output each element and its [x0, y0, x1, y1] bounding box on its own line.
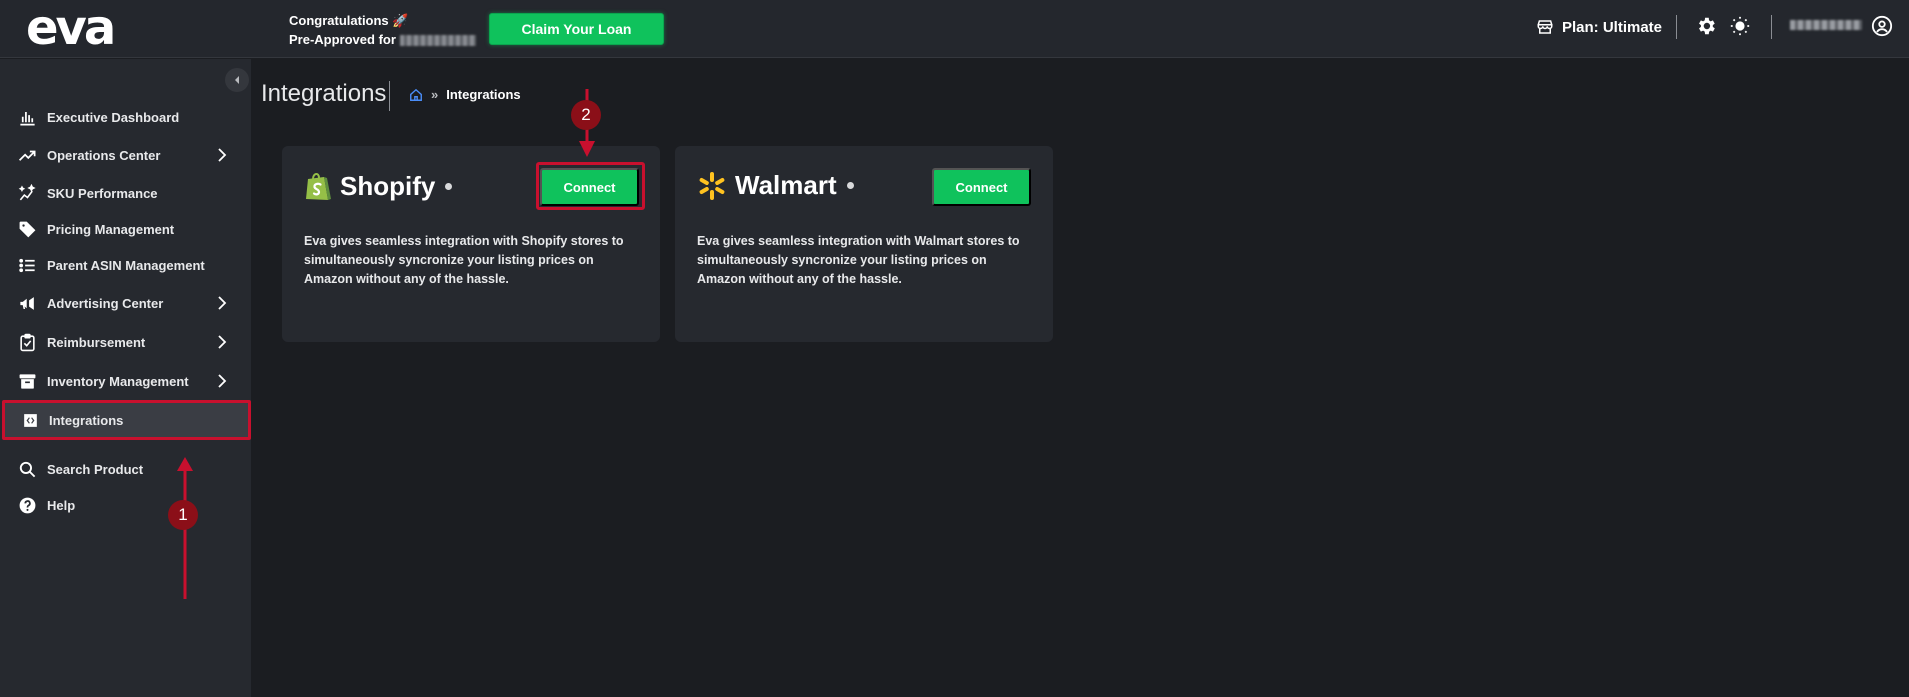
walmart-brand: Walmart — [697, 170, 854, 201]
sidebar-item-inventory-management[interactable]: Inventory Management — [0, 363, 251, 399]
sidebar-item-label: Integrations — [49, 412, 124, 428]
header-divider-2 — [1771, 15, 1772, 39]
sidebar-item-search-product[interactable]: Search Product — [0, 451, 251, 487]
chevron-right-icon — [218, 374, 227, 388]
sidebar-collapse-button[interactable] — [225, 68, 249, 92]
claim-loan-button[interactable]: Claim Your Loan — [489, 13, 664, 45]
redacted-amount — [399, 35, 476, 47]
sidebar-item-label: Executive Dashboard — [47, 109, 180, 125]
annotation-highlight-connect — [536, 162, 645, 210]
store-icon — [1537, 20, 1553, 34]
sidebar-item-label: Help — [47, 497, 76, 513]
clipboard-check-icon — [20, 333, 35, 351]
integration-icon — [24, 413, 37, 427]
breadcrumb-separator: » — [431, 87, 439, 102]
annotation-step-2: 2 — [571, 100, 601, 130]
sidebar-item-integrations[interactable]: Integrations — [2, 400, 251, 440]
sidebar-item-executive-dashboard[interactable]: Executive Dashboard — [0, 99, 251, 135]
top-bar: eva Congratulations 🚀 Pre-Approved for C… — [0, 0, 1909, 58]
sidebar-item-help[interactable]: Help — [0, 487, 251, 523]
walmart-name: Walmart — [735, 170, 837, 200]
sidebar-item-sku-performance[interactable]: SKU Performance — [0, 175, 251, 211]
chevron-left-icon — [235, 76, 239, 84]
sidebar-item-advertising-center[interactable]: Advertising Center — [0, 285, 251, 321]
sidebar-item-label: Parent ASIN Management — [47, 257, 205, 273]
promo-congrats: Congratulations 🚀 — [289, 13, 409, 28]
list-icon — [19, 258, 35, 272]
gear-icon[interactable] — [1695, 15, 1717, 37]
loan-promo: Congratulations 🚀 Pre-Approved for — [289, 11, 476, 49]
sidebar-item-label: Advertising Center — [47, 295, 164, 311]
chevron-right-icon — [218, 148, 227, 162]
trending-up-icon — [18, 150, 36, 161]
redacted-username[interactable] — [1790, 20, 1862, 30]
shopify-name: Shopify — [340, 170, 436, 201]
sun-icon[interactable] — [1729, 15, 1751, 37]
sidebar-item-label: SKU Performance — [47, 185, 158, 201]
sidebar-item-label: Reimbursement — [47, 334, 146, 350]
sidebar-item-pricing-management[interactable]: Pricing Management — [0, 211, 251, 247]
sidebar-item-label: Search Product — [47, 461, 144, 477]
annotation-step-1: 1 — [168, 500, 198, 530]
status-dot — [846, 182, 854, 189]
walmart-description: Eva gives seamless integration with Walm… — [697, 234, 1020, 286]
shopify-brand: Shopify — [304, 170, 453, 202]
promo-preapproved: Pre-Approved for — [289, 30, 476, 49]
search-icon — [19, 461, 36, 477]
header-divider — [1676, 15, 1677, 39]
sidebar-item-label: Inventory Management — [47, 373, 189, 389]
sidebar-item-label: Pricing Management — [47, 221, 175, 237]
plan-label: Plan: Ultimate — [1562, 18, 1663, 36]
sidebar-item-operations-center[interactable]: Operations Center — [0, 137, 251, 173]
sparkle-chart-icon — [18, 183, 36, 200]
breadcrumb: » Integrations — [409, 87, 521, 102]
user-account-icon[interactable] — [1871, 15, 1893, 37]
walmart-integration-card: Walmart Connect Eva gives seamless integ… — [675, 146, 1053, 342]
page-title: Integrations — [261, 80, 387, 107]
archive-box-icon — [19, 373, 36, 389]
bar-chart-icon — [20, 111, 35, 125]
sidebar-item-reimbursement[interactable]: Reimbursement — [0, 324, 251, 360]
megaphone-icon — [20, 296, 34, 310]
price-tag-icon — [19, 221, 36, 237]
status-dot — [445, 182, 453, 190]
home-icon[interactable] — [409, 88, 423, 102]
eva-logo[interactable]: eva — [26, 4, 116, 52]
walmart-spark-icon — [699, 171, 725, 200]
breadcrumb-current: Integrations — [446, 87, 521, 102]
walmart-connect-button[interactable]: Connect — [932, 168, 1031, 206]
promo-preapproved-label: Pre-Approved for — [289, 32, 396, 47]
chevron-right-icon — [218, 296, 227, 310]
shopify-description: Eva gives seamless integration with Shop… — [304, 234, 624, 286]
sidebar-item-parent-asin-management[interactable]: Parent ASIN Management — [0, 247, 251, 283]
shopify-bag-icon — [306, 173, 331, 200]
help-circle-icon — [19, 497, 36, 513]
sidebar-item-label: Operations Center — [47, 147, 161, 163]
title-divider — [389, 81, 390, 111]
chevron-right-icon — [218, 335, 227, 349]
plan-indicator[interactable]: Plan: Ultimate — [1536, 16, 1662, 38]
